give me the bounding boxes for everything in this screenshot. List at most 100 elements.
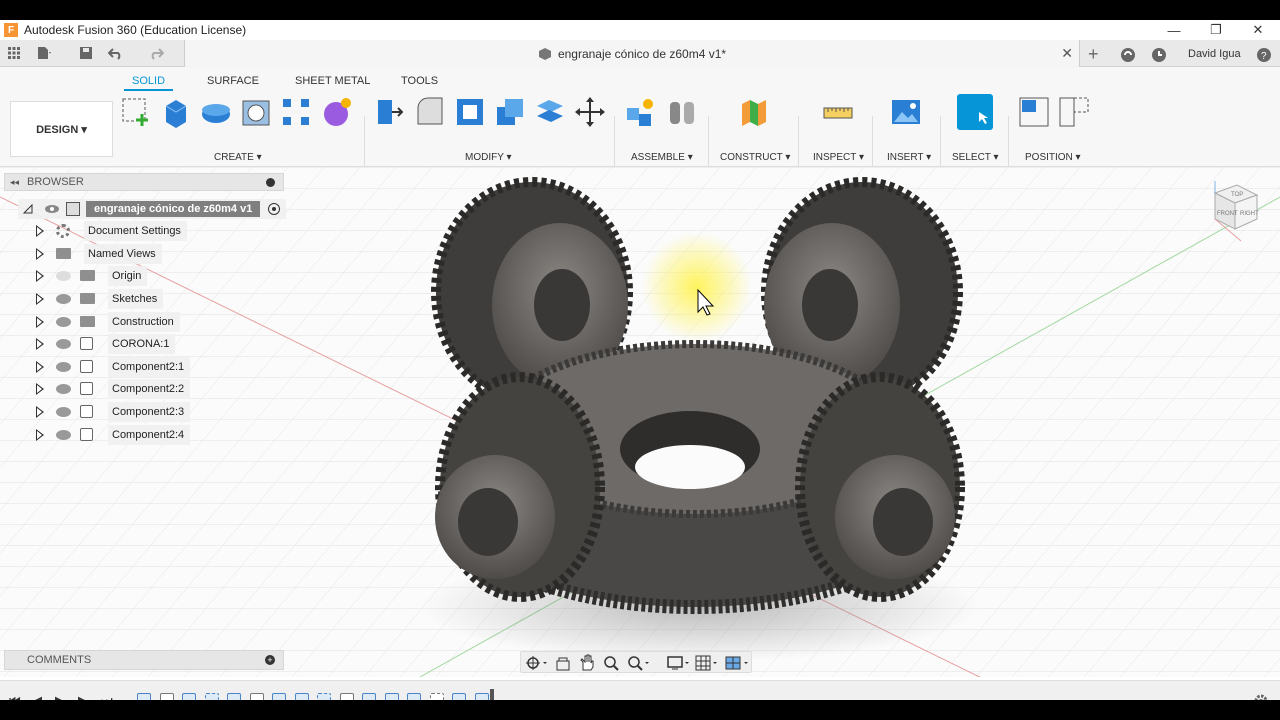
joint-icon[interactable] xyxy=(666,96,698,128)
revolve-icon[interactable] xyxy=(200,96,232,128)
modify-menu[interactable]: MODIFY ▾ xyxy=(465,152,512,163)
pin-icon[interactable] xyxy=(266,178,275,187)
eye-icon[interactable] xyxy=(56,317,71,327)
eye-icon[interactable] xyxy=(56,294,71,304)
timeline-feature-icon[interactable] xyxy=(339,693,354,700)
expand-triangle-icon[interactable] xyxy=(36,361,44,373)
collapse-panel-icon[interactable]: ◂◂ xyxy=(10,177,19,188)
timeline-feature-icon[interactable] xyxy=(204,693,219,700)
browser-item[interactable]: Construction xyxy=(108,312,180,332)
expand-triangle-icon[interactable] xyxy=(36,293,44,305)
activate-icon[interactable] xyxy=(268,203,281,215)
minimize-button[interactable]: — xyxy=(1154,20,1194,40)
timeline-feature-icon[interactable] xyxy=(137,693,151,700)
assemble-menu[interactable]: ASSEMBLE ▾ xyxy=(631,152,693,163)
combine-icon[interactable] xyxy=(494,96,526,128)
file-menu-icon[interactable] xyxy=(36,45,52,61)
timeline-feature-icon[interactable] xyxy=(249,693,264,700)
expand-triangle-icon[interactable] xyxy=(36,225,44,237)
close-tab-button[interactable]: ✕ xyxy=(1061,45,1073,62)
new-tab-icon[interactable]: + xyxy=(1088,44,1099,65)
add-comment-icon[interactable]: + xyxy=(265,655,275,665)
tab-surface[interactable]: SURFACE xyxy=(207,75,259,87)
browser-item[interactable]: Component2:1 xyxy=(108,357,191,377)
browser-item[interactable]: Component2:2 xyxy=(108,379,191,399)
clock-icon[interactable] xyxy=(1151,47,1167,63)
redo-icon[interactable] xyxy=(148,45,164,61)
timeline-feature-icon[interactable] xyxy=(317,693,331,700)
timeline-feature-icon[interactable] xyxy=(474,693,489,700)
expand-triangle-icon[interactable] xyxy=(36,383,44,395)
browser-item[interactable]: Sketches xyxy=(108,289,164,309)
tab-solid[interactable]: SOLID xyxy=(124,75,174,91)
document-tab[interactable]: engranaje cónico de z60m4 v1* ✕ xyxy=(184,40,1080,67)
pan-icon[interactable] xyxy=(579,654,595,672)
timeline-feature-icon[interactable] xyxy=(294,693,309,700)
timeline-feature-icon[interactable] xyxy=(407,693,421,700)
user-name[interactable]: David Igua xyxy=(1188,48,1241,60)
offset-faces-icon[interactable] xyxy=(534,96,566,128)
eye-icon[interactable] xyxy=(56,362,71,372)
collapse-triangle-icon[interactable] xyxy=(22,203,34,215)
expand-triangle-icon[interactable] xyxy=(36,248,44,260)
insert-image-icon[interactable] xyxy=(890,96,922,128)
browser-item[interactable]: Document Settings xyxy=(84,221,187,241)
display-settings-icon[interactable] xyxy=(667,655,691,671)
position-menu[interactable]: POSITION ▾ xyxy=(1025,152,1081,163)
eye-icon[interactable] xyxy=(56,339,71,349)
go-to-start-icon[interactable]: ⏮ xyxy=(9,693,21,700)
timeline-feature-icon[interactable] xyxy=(362,693,376,700)
hole-icon[interactable] xyxy=(240,96,272,128)
eye-icon[interactable] xyxy=(56,430,71,440)
create-menu[interactable]: CREATE ▾ xyxy=(214,152,262,163)
step-back-icon[interactable]: ◀ xyxy=(32,693,42,700)
browser-root[interactable]: engranaje cónico de z60m4 v1 xyxy=(18,199,287,219)
timeline-feature-icon[interactable] xyxy=(159,693,174,700)
create-sketch-icon[interactable] xyxy=(120,96,152,128)
zoom-icon[interactable] xyxy=(603,655,619,671)
apps-grid-icon[interactable] xyxy=(6,45,22,61)
measure-icon[interactable] xyxy=(822,96,854,128)
pattern-icon[interactable] xyxy=(280,96,312,128)
eye-icon[interactable] xyxy=(56,271,71,281)
eye-icon[interactable] xyxy=(44,204,60,214)
browser-item[interactable]: Named Views xyxy=(84,244,162,264)
step-forward-icon[interactable]: ▶ xyxy=(78,693,88,700)
expand-triangle-icon[interactable] xyxy=(36,270,44,282)
select-menu[interactable]: SELECT ▾ xyxy=(952,152,999,163)
orbit-icon[interactable] xyxy=(525,655,547,671)
tab-sheet-metal[interactable]: SHEET METAL xyxy=(295,75,370,87)
eye-icon[interactable] xyxy=(56,384,71,394)
timeline-settings-icon[interactable] xyxy=(1253,693,1269,700)
play-icon[interactable]: ▶ xyxy=(55,693,65,700)
job-status-icon[interactable] xyxy=(1120,47,1136,63)
close-window-button[interactable]: ✕ xyxy=(1238,20,1278,40)
help-icon[interactable]: ? xyxy=(1256,47,1272,63)
save-icon[interactable] xyxy=(78,45,94,61)
fillet-icon[interactable] xyxy=(414,96,446,128)
timeline-feature-icon[interactable] xyxy=(182,693,196,700)
look-at-icon[interactable] xyxy=(555,655,571,671)
undo-icon[interactable] xyxy=(108,45,124,61)
browser-item[interactable]: CORONA:1 xyxy=(108,334,176,354)
browser-item[interactable]: Component2:3 xyxy=(108,402,191,422)
fit-icon[interactable] xyxy=(627,655,651,671)
extrude-icon[interactable] xyxy=(160,96,192,128)
expand-triangle-icon[interactable] xyxy=(36,338,44,350)
select-icon[interactable] xyxy=(957,94,993,130)
offset-plane-icon[interactable] xyxy=(738,96,770,128)
comments-panel[interactable]: COMMENTS + xyxy=(4,650,284,670)
expand-triangle-icon[interactable] xyxy=(36,429,44,441)
new-component-icon[interactable] xyxy=(624,96,656,128)
construct-menu[interactable]: CONSTRUCT ▾ xyxy=(720,152,790,163)
timeline-marker[interactable] xyxy=(490,689,494,700)
expand-triangle-icon[interactable] xyxy=(36,316,44,328)
browser-item[interactable]: Origin xyxy=(108,266,148,286)
capture-position-icon[interactable] xyxy=(1058,96,1090,128)
eye-icon[interactable] xyxy=(56,407,71,417)
shell-icon[interactable] xyxy=(454,96,486,128)
maximize-button[interactable]: ❐ xyxy=(1196,20,1236,40)
align-icon[interactable] xyxy=(1018,96,1050,128)
move-icon[interactable] xyxy=(574,96,606,128)
insert-menu[interactable]: INSERT ▾ xyxy=(887,152,931,163)
